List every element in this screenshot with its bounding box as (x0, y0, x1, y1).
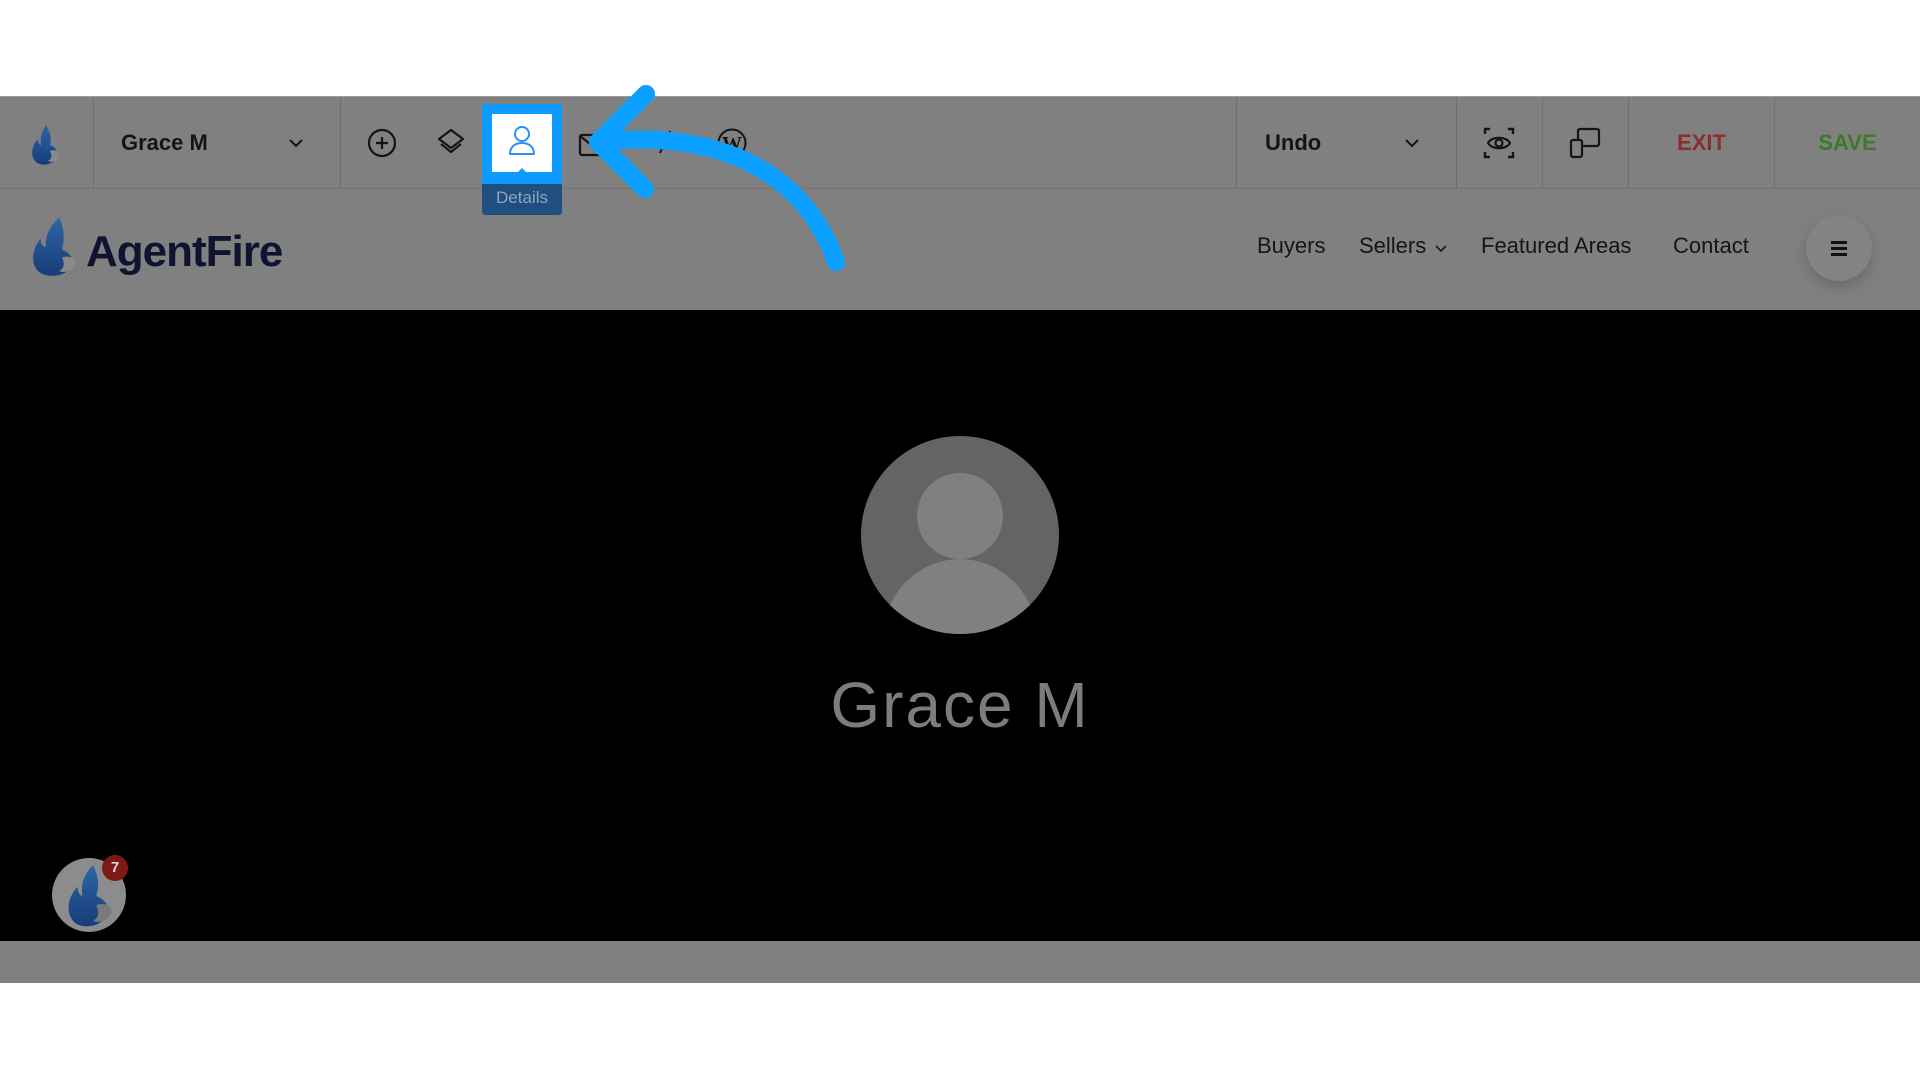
tooltip-caret (517, 168, 527, 173)
default-avatar-icon (861, 436, 1059, 634)
editor-toolbar: Grace M Details W Undo EXIT SAVE (0, 96, 1920, 215)
site-selector-dropdown[interactable]: Grace M (94, 97, 340, 189)
devices-icon[interactable] (1569, 127, 1601, 159)
site-logo[interactable]: AgentFire (30, 215, 310, 285)
nav-link-sellers-label: Sellers (1359, 233, 1427, 258)
menu-button[interactable] (1806, 215, 1872, 281)
nav-link-contact[interactable]: Contact (1673, 233, 1749, 259)
undo-label: Undo (1265, 130, 1322, 155)
chevron-down-icon (289, 139, 303, 148)
undo-dropdown[interactable]: Undo (1237, 97, 1456, 189)
nav-link-buyers[interactable]: Buyers (1257, 233, 1325, 259)
svg-text:W: W (722, 133, 742, 155)
details-button[interactable] (482, 104, 562, 184)
logo-text: AgentFire (86, 227, 283, 276)
toolbar-divider (1456, 97, 1457, 189)
agentfire-flame-icon[interactable] (28, 123, 64, 167)
nav-link-sellers[interactable]: Sellers (1359, 233, 1447, 263)
profile-name: Grace M (830, 669, 1090, 741)
toolbar-divider (1542, 97, 1543, 189)
site-header: AgentFire Buyers Sellers Featured Areas … (0, 188, 1920, 310)
site-selector-label: Grace M (121, 130, 208, 155)
toolbar-divider (340, 97, 341, 189)
layers-icon[interactable] (435, 127, 467, 159)
chevron-down-icon (1435, 245, 1447, 253)
nav-link-featured-areas[interactable]: Featured Areas (1481, 233, 1631, 259)
details-tooltip: Details (482, 184, 562, 215)
wordpress-icon[interactable]: W (716, 127, 748, 159)
save-label: SAVE (1818, 130, 1877, 155)
save-button[interactable]: SAVE (1775, 97, 1920, 189)
agentfire-flame-icon (33, 217, 76, 276)
pen-icon[interactable] (648, 127, 680, 159)
eye-icon[interactable] (1483, 127, 1515, 159)
exit-label: EXIT (1677, 130, 1726, 155)
user-icon (509, 126, 535, 155)
exit-button[interactable]: EXIT (1629, 97, 1774, 189)
chevron-down-icon (1405, 139, 1419, 148)
plus-circle-icon[interactable] (366, 127, 398, 159)
profile-hero: Grace M 7 (0, 310, 1920, 941)
notification-badge: 7 (102, 855, 128, 881)
page-footer-band (0, 941, 1920, 983)
hamburger-icon (1831, 241, 1847, 256)
envelope-icon[interactable] (578, 129, 610, 161)
